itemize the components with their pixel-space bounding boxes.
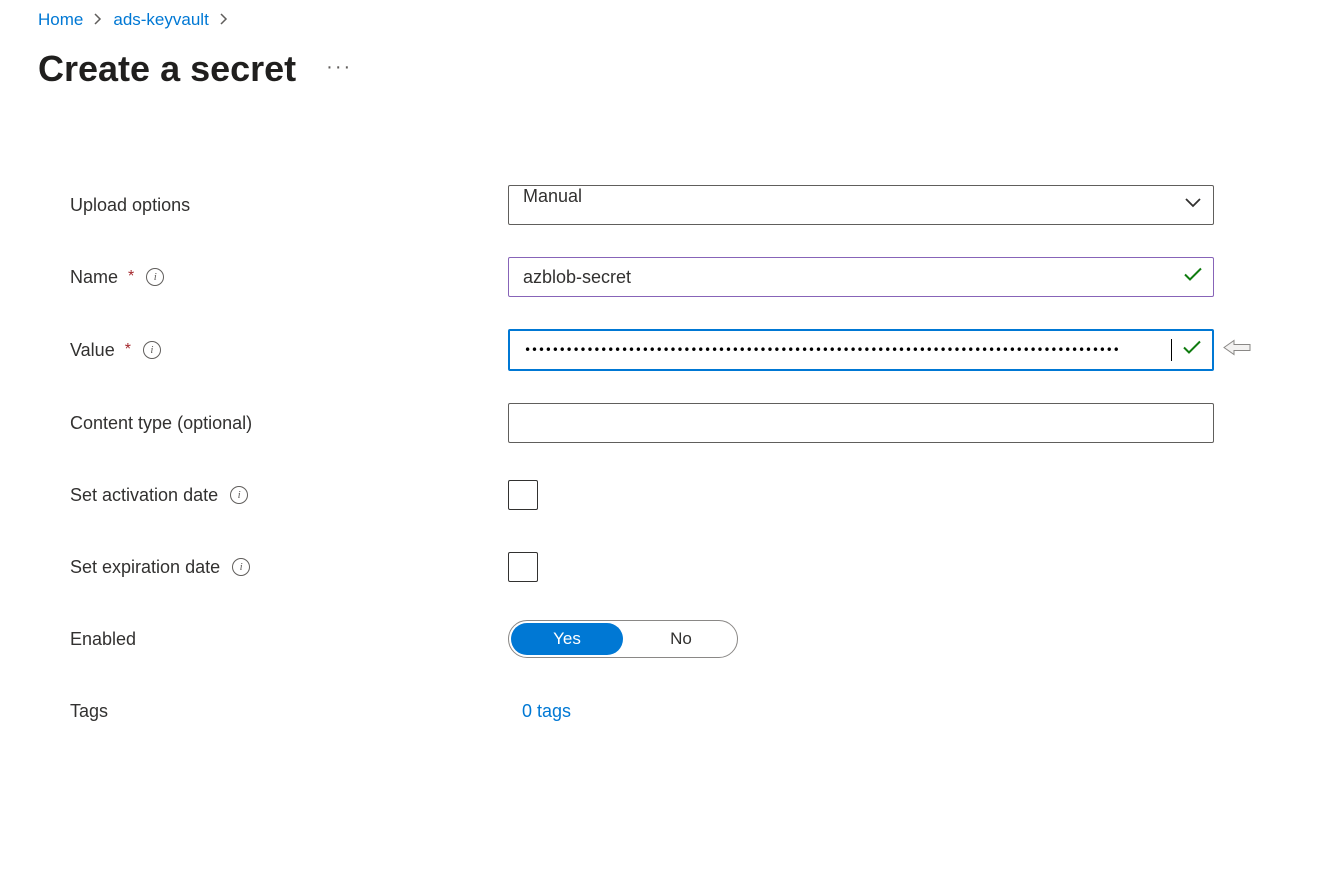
chevron-right-icon bbox=[93, 12, 103, 28]
activation-date-label: Set activation date i bbox=[70, 485, 508, 506]
tags-label: Tags bbox=[70, 701, 508, 722]
value-label: Value * i bbox=[70, 340, 508, 361]
more-menu-button[interactable]: ··· bbox=[326, 56, 352, 83]
name-label: Name * i bbox=[70, 267, 508, 288]
upload-options-label: Upload options bbox=[70, 195, 508, 216]
expiration-date-checkbox[interactable] bbox=[508, 552, 538, 582]
expiration-date-label: Set expiration date i bbox=[70, 557, 508, 578]
name-input-value: azblob-secret bbox=[523, 267, 631, 288]
enabled-toggle: Yes No bbox=[508, 620, 738, 658]
enabled-yes-option[interactable]: Yes bbox=[511, 623, 623, 655]
check-icon bbox=[1183, 267, 1203, 288]
info-icon[interactable]: i bbox=[146, 268, 164, 286]
breadcrumb-home[interactable]: Home bbox=[38, 10, 83, 30]
enabled-no-option[interactable]: No bbox=[625, 621, 737, 657]
page-title: Create a secret bbox=[38, 48, 296, 90]
content-type-input[interactable] bbox=[508, 403, 1214, 443]
arrow-left-icon bbox=[1222, 339, 1252, 362]
required-marker: * bbox=[128, 268, 134, 286]
breadcrumb: Home ads-keyvault bbox=[38, 10, 1317, 30]
check-icon bbox=[1182, 340, 1202, 361]
required-marker: * bbox=[125, 341, 131, 359]
content-type-label: Content type (optional) bbox=[70, 413, 508, 434]
info-icon[interactable]: i bbox=[143, 341, 161, 359]
info-icon[interactable]: i bbox=[232, 558, 250, 576]
activation-date-checkbox[interactable] bbox=[508, 480, 538, 510]
enabled-label: Enabled bbox=[70, 629, 508, 650]
breadcrumb-keyvault[interactable]: ads-keyvault bbox=[113, 10, 208, 30]
create-secret-form: Upload options Manual Name * i azblob-se… bbox=[38, 185, 1298, 731]
value-input[interactable]: ••••••••••••••••••••••••••••••••••••••••… bbox=[508, 329, 1214, 371]
tags-link[interactable]: 0 tags bbox=[508, 701, 571, 721]
value-input-masked: ••••••••••••••••••••••••••••••••••••••••… bbox=[524, 343, 1170, 357]
info-icon[interactable]: i bbox=[230, 486, 248, 504]
name-input[interactable]: azblob-secret bbox=[508, 257, 1214, 297]
chevron-right-icon bbox=[219, 12, 229, 28]
upload-options-select[interactable]: Manual bbox=[508, 185, 1214, 225]
